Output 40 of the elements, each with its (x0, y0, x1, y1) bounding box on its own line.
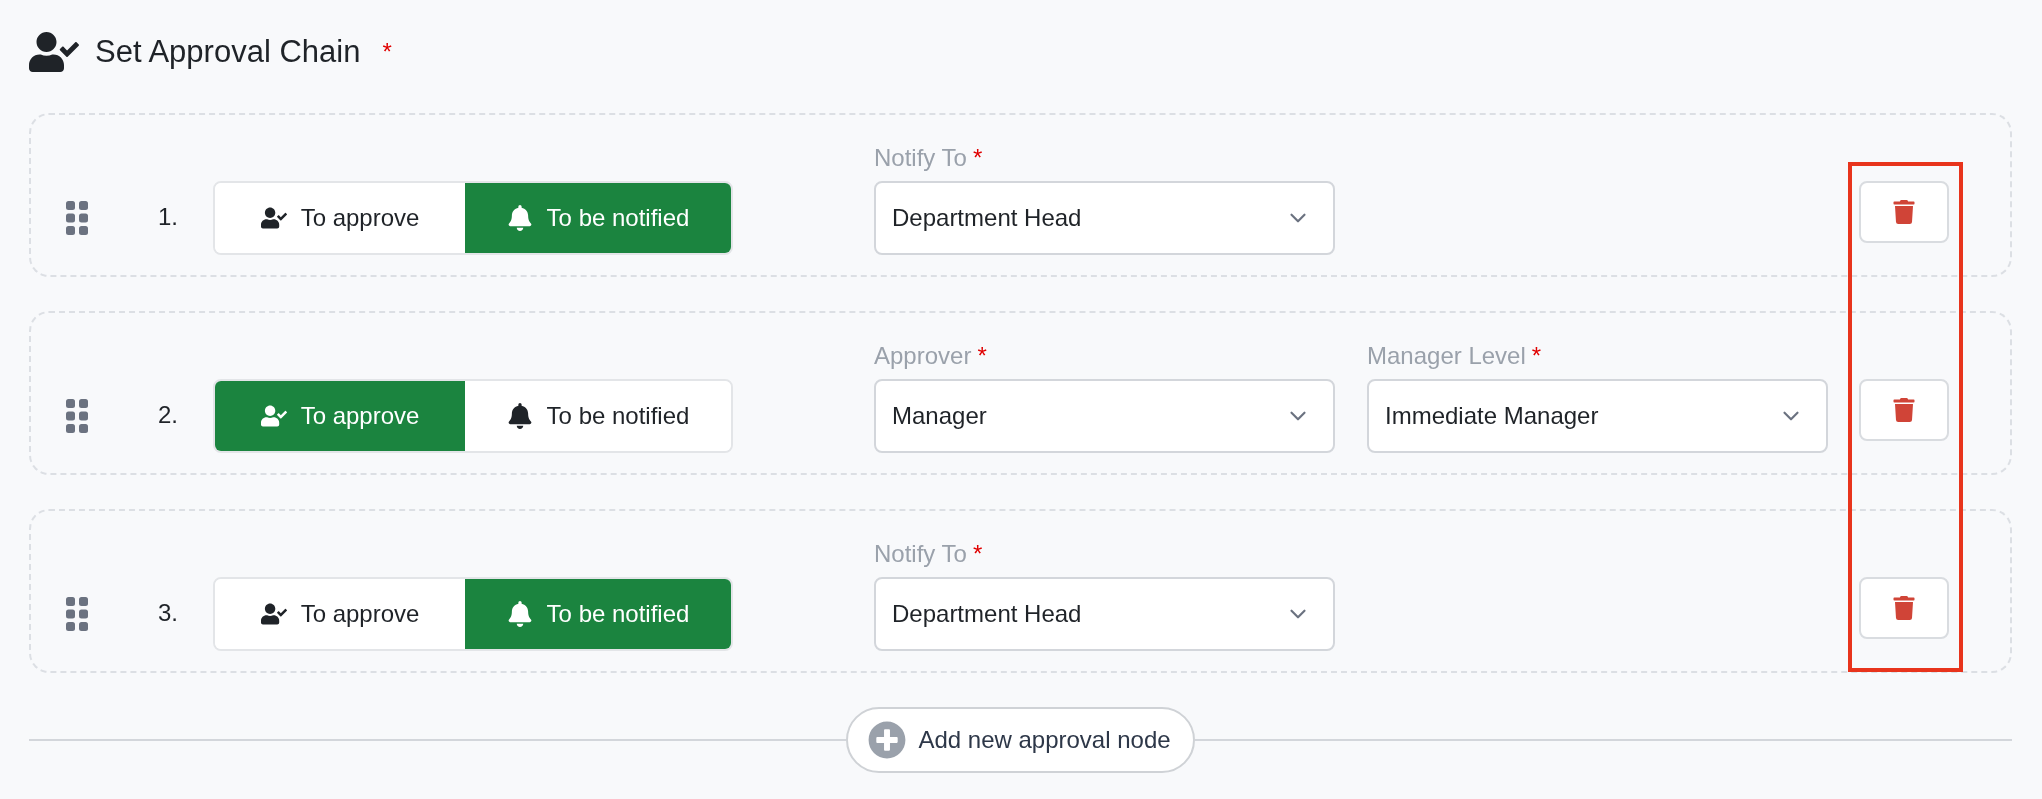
select-field[interactable]: Manager (874, 379, 1335, 453)
required-asterisk: * (382, 38, 392, 66)
user-check-icon (260, 403, 287, 429)
required-asterisk: * (972, 540, 983, 567)
user-check-icon (260, 601, 287, 627)
select-field[interactable]: Immediate Manager (1367, 379, 1828, 453)
drag-handle-icon[interactable] (66, 201, 88, 235)
mode-toggle[interactable]: To approve (215, 183, 465, 253)
field-label: Manager Level (1367, 342, 1526, 369)
required-asterisk: * (1531, 342, 1542, 369)
trash-icon (1892, 596, 1916, 620)
user-check-icon (260, 205, 287, 231)
mode-toggle[interactable]: To be notified (465, 579, 731, 649)
field-label: Approver (874, 342, 972, 369)
drag-handle-icon[interactable] (66, 597, 88, 631)
node-number: 1. (158, 203, 179, 231)
delete-button[interactable] (1859, 379, 1949, 441)
trash-icon (1892, 398, 1916, 422)
add-node-button[interactable]: Add new approval node (846, 707, 1195, 773)
field-label: Notify To (874, 540, 967, 567)
section-title: Set Approval Chain (95, 34, 361, 70)
bell-icon (506, 205, 533, 231)
required-asterisk: * (972, 144, 983, 171)
node-number: 2. (158, 401, 179, 429)
mode-toggle[interactable]: To approve (215, 381, 465, 451)
mode-toggle[interactable]: To approve (215, 579, 465, 649)
plus-icon (868, 721, 907, 759)
select-field[interactable]: Department Head (874, 577, 1335, 651)
select-field[interactable]: Department Head (874, 181, 1335, 255)
node-number: 3. (158, 599, 179, 627)
delete-button[interactable] (1859, 577, 1949, 639)
bell-icon (506, 403, 533, 429)
delete-button[interactable] (1859, 181, 1949, 243)
bell-icon (506, 601, 533, 627)
mode-toggle[interactable]: To be notified (465, 381, 731, 451)
field-label: Notify To (874, 144, 967, 171)
mode-toggle[interactable]: To be notified (465, 183, 731, 253)
required-asterisk: * (977, 342, 987, 369)
trash-icon (1892, 200, 1916, 224)
drag-handle-icon[interactable] (66, 399, 88, 433)
